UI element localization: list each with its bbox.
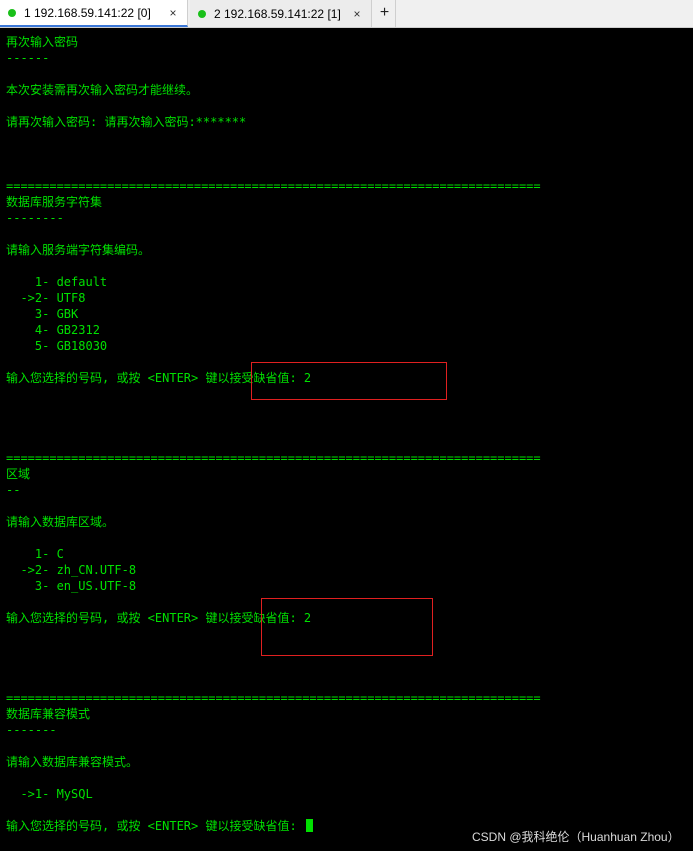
menu-option: 3- en_US.UTF-8 (6, 579, 137, 593)
menu-option: 3- GBK (6, 307, 79, 321)
terminal-line: 请输入数据库兼容模式。 (6, 755, 139, 769)
text-cursor (305, 819, 313, 832)
highlight-box (251, 362, 447, 400)
terminal-line: 请再次输入密码: 请再次输入密码:******* (6, 115, 247, 129)
menu-option: 1- default (6, 275, 108, 289)
watermark: CSDN @我科绝伦（Huanhuan Zhou） (472, 830, 680, 844)
connected-status-icon (198, 9, 206, 18)
terminal-line: 本次安装需再次输入密码才能继续。 (6, 83, 199, 97)
connected-status-icon (8, 8, 16, 17)
terminal-line: ------- (6, 723, 57, 737)
session-tab-label: 2 192.168.59.141:22 [1] (214, 6, 341, 21)
highlight-box (261, 598, 433, 656)
terminal-line: 数据库服务字符集 (6, 195, 103, 209)
terminal-output[interactable]: 再次输入密码 ------ 本次安装需再次输入密码才能继续。 请再次输入密码: … (0, 28, 693, 851)
separator-line: ========================================… (6, 179, 541, 193)
close-tab-icon[interactable]: × (349, 7, 365, 21)
terminal-line: 再次输入密码 (6, 35, 79, 49)
terminal-line: 区域 (6, 467, 31, 481)
menu-option: ->1- MySQL (6, 787, 93, 801)
menu-option: ->2- zh_CN.UTF-8 (6, 563, 137, 577)
separator-line: ========================================… (6, 691, 541, 705)
menu-option: 4- GB2312 (6, 323, 100, 337)
menu-option: 5- GB18030 (6, 339, 108, 353)
close-tab-icon[interactable]: × (165, 6, 181, 20)
menu-option: 1- C (6, 547, 64, 561)
session-tab-label: 1 192.168.59.141:22 [0] (24, 5, 151, 20)
terminal-line: ------ (6, 51, 50, 65)
active-prompt-line[interactable]: 输入您选择的号码, 或按 <ENTER> 键以接受缺省值: (6, 818, 313, 834)
prompt-text: 输入您选择的号码, 或按 <ENTER> 键以接受缺省值: (6, 819, 304, 833)
session-tab-1[interactable]: 1 192.168.59.141:22 [0] × (0, 0, 188, 27)
menu-option: ->2- UTF8 (6, 291, 86, 305)
add-tab-button[interactable]: + (374, 0, 396, 27)
terminal-line: 请输入数据库区域。 (6, 515, 115, 529)
tab-bar: 1 192.168.59.141:22 [0] × 2 192.168.59.1… (0, 0, 693, 28)
session-tab-2[interactable]: 2 192.168.59.141:22 [1] × (190, 0, 372, 27)
terminal-line: -------- (6, 211, 64, 225)
terminal-line: 请输入服务端字符集编码。 (6, 243, 151, 257)
separator-line: ========================================… (6, 451, 541, 465)
terminal-line: 数据库兼容模式 (6, 707, 91, 721)
terminal-line: -- (6, 483, 21, 497)
